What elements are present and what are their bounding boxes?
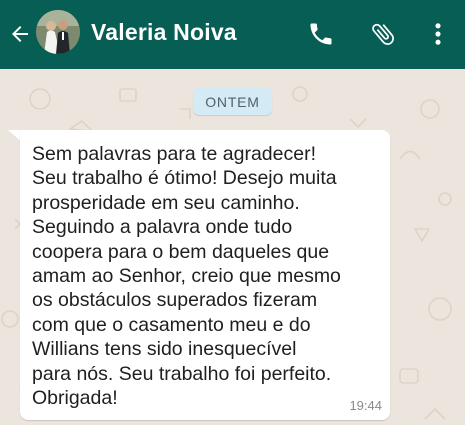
incoming-message-bubble[interactable]: Sem palavras para te agradecer! Seu trab…	[20, 130, 390, 420]
chat-header: Valeria Noiva	[0, 0, 465, 69]
contact-avatar[interactable]	[36, 10, 80, 54]
phone-icon[interactable]	[307, 20, 335, 48]
contact-name[interactable]: Valeria Noiva	[91, 19, 237, 46]
message-timestamp: 19:44	[349, 398, 382, 413]
date-divider: ONTEM	[193, 88, 272, 115]
paperclip-icon[interactable]	[369, 20, 397, 48]
message-text: Sem palavras para te agradecer! Seu trab…	[32, 143, 341, 410]
arrow-left-icon[interactable]	[8, 22, 32, 46]
more-vert-icon[interactable]	[424, 20, 452, 48]
